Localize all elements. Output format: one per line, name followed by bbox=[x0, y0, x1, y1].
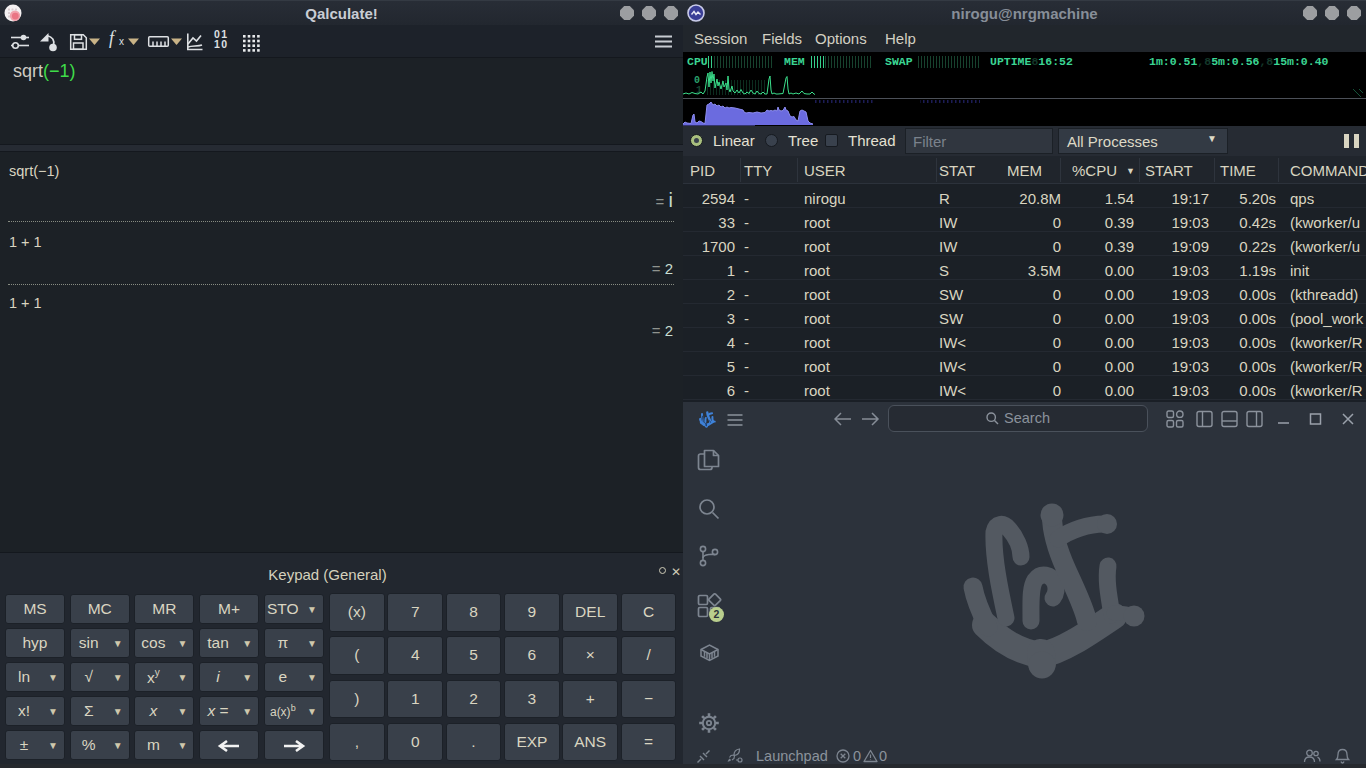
svg-text:1: 1 bbox=[696, 85, 702, 96]
